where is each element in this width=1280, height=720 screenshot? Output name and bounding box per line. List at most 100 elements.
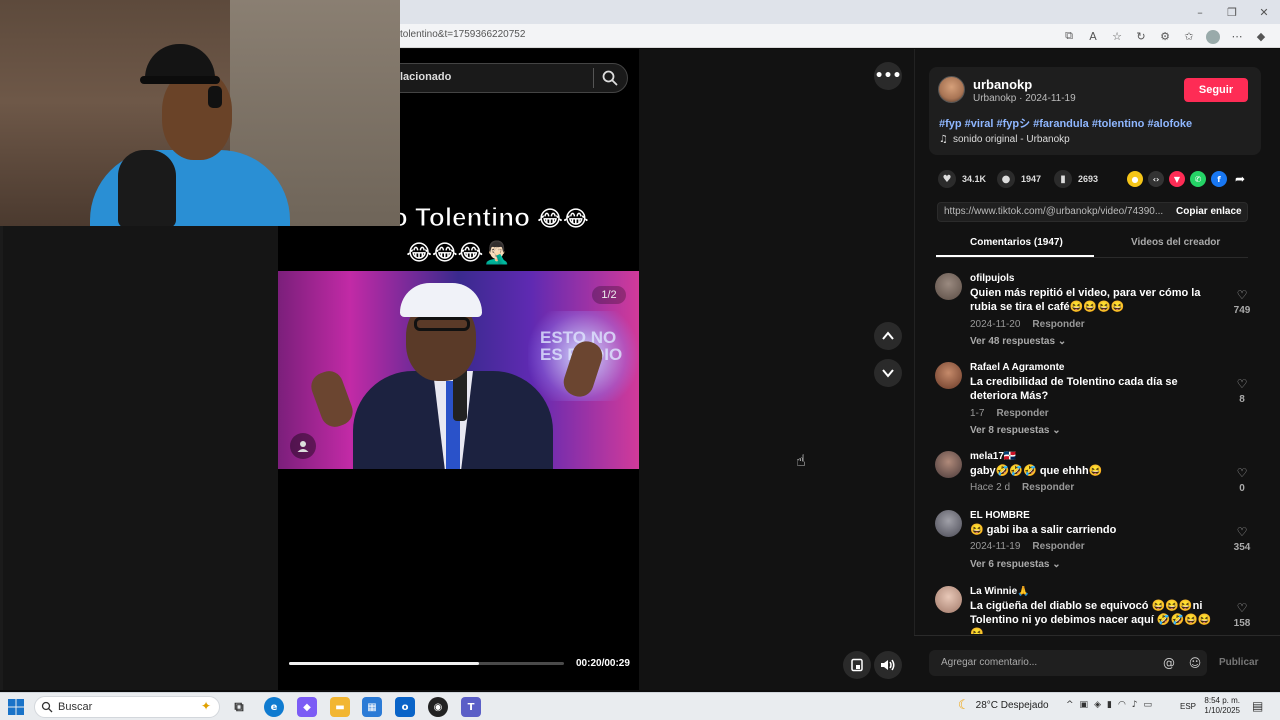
tray-battery-icon[interactable]: ▭ [1144, 700, 1153, 710]
obs-icon[interactable]: ◉ [428, 697, 448, 717]
close-icon[interactable]: ✕ [1248, 0, 1280, 24]
edge-icon[interactable]: e [264, 697, 284, 717]
comment-user[interactable]: mela17🇩🇴 [970, 451, 1016, 462]
reply-button[interactable]: Responder [996, 408, 1048, 419]
bookmark-icon: ▮ [1054, 170, 1072, 188]
comment-like-button[interactable]: ♡ 354 [1227, 525, 1257, 553]
comment-user[interactable]: La Winnie🙏 [970, 586, 1030, 597]
heart-outline-icon: ♡ [1236, 466, 1248, 480]
search-icon[interactable] [601, 69, 619, 87]
tray-speaker-icon[interactable]: ♪ [1132, 700, 1138, 710]
comment-text: 😆 gabi iba a salir carriendo [970, 524, 1117, 536]
publish-button[interactable]: Publicar [1219, 657, 1258, 668]
save-action[interactable]: ▮ 2693 [1054, 170, 1098, 188]
tab-comments[interactable]: Comentarios (1947) [970, 237, 1063, 248]
comment-placeholder[interactable]: Agregar comentario... [941, 657, 1037, 668]
progress-bar[interactable] [289, 662, 564, 665]
windows-start-icon[interactable] [8, 699, 24, 715]
mention-icon[interactable]: @ [1161, 655, 1177, 671]
view-replies-button[interactable]: Ver 8 respuestas ⌄ [970, 425, 1061, 436]
address-bar-icons: ⧉ A ☆ ↻ ⚙ ✩ ⋯ ◆ [1060, 27, 1270, 45]
tab-divider [936, 257, 1248, 258]
system-tray[interactable]: ^ ▣ ◈ ▮ ◠ ♪ ▭ [1066, 700, 1152, 710]
post-hashtags[interactable]: #fyp #viral #fypシ #farandula #tolentino … [939, 115, 1192, 131]
comment-like-button[interactable]: ♡ 749 [1227, 288, 1257, 316]
view-replies-button[interactable]: Ver 48 respuestas ⌄ [970, 336, 1066, 347]
translate-icon[interactable]: A [1084, 27, 1102, 45]
reply-button[interactable]: Responder [1032, 541, 1084, 552]
volume-button[interactable] [874, 651, 902, 679]
outlook-icon[interactable]: o [395, 697, 415, 717]
language-indicator[interactable]: ESP [1180, 702, 1196, 711]
tab-creator-videos[interactable]: Videos del creador [1131, 237, 1220, 248]
comment-action[interactable]: ● 1947 [997, 170, 1041, 188]
author-avatar[interactable] [938, 76, 965, 103]
user-badge-icon[interactable] [290, 433, 316, 459]
store-icon[interactable]: ▦ [362, 697, 382, 717]
comment-user[interactable]: EL HOMBRE [970, 510, 1030, 521]
tray-network-icon[interactable]: ◈ [1094, 700, 1101, 710]
comment-like-button[interactable]: ♡ 158 [1227, 601, 1255, 629]
comment-meta: 1-7 Responder [970, 408, 1049, 419]
comment-item: EL HOMBRE 😆 gabi iba a salir carriendo 2… [935, 510, 1255, 580]
weather-widget[interactable]: ☾ 28°C Despejado [958, 698, 1049, 713]
favorite-star-icon[interactable]: ☆ [1108, 27, 1126, 45]
url-text[interactable]: tolentino&t=1759366220752 [400, 29, 525, 40]
like-action[interactable]: ♥ 34.1K [938, 170, 986, 188]
more-menu-icon[interactable]: ⋯ [1228, 27, 1246, 45]
search-text[interactable]: lacionado [400, 71, 451, 83]
search-highlight-icon: ✦ [200, 699, 211, 713]
reply-button[interactable]: Responder [1032, 319, 1084, 330]
favorites-icon[interactable]: ✩ [1180, 27, 1198, 45]
tray-app-icon[interactable]: ▣ [1080, 700, 1089, 710]
mini-player-button[interactable] [843, 651, 871, 679]
comment-avatar[interactable] [935, 362, 962, 389]
teams-icon[interactable]: T [461, 697, 481, 717]
webcam-overlay [0, 0, 400, 226]
facebook-icon[interactable]: f [1211, 171, 1227, 187]
whatsapp-icon[interactable]: ✆ [1190, 171, 1206, 187]
comment-item: Rafael A Agramonte La credibilidad de To… [935, 362, 1255, 442]
comment-avatar[interactable] [935, 273, 962, 300]
comment-meta: 2024-11-20 Responder [970, 319, 1085, 330]
next-video-button[interactable] [874, 359, 902, 387]
copilot-app-icon[interactable]: ◆ [297, 697, 317, 717]
post-sound[interactable]: ♫ sonido original - Urbanokp [939, 134, 1070, 145]
coin-icon[interactable]: ● [1127, 171, 1143, 187]
comment-like-button[interactable]: ♡ 0 [1227, 466, 1257, 494]
more-options-button[interactable]: ••• [874, 62, 902, 90]
author-name[interactable]: urbanokp [973, 77, 1032, 92]
tray-wifi-icon[interactable]: ◠ [1118, 700, 1126, 710]
task-view-icon[interactable]: ⧉ [229, 697, 249, 717]
refresh-icon[interactable]: ↻ [1132, 27, 1150, 45]
follow-button[interactable]: Seguir [1184, 78, 1248, 102]
open-in-app-icon[interactable]: ⧉ [1060, 27, 1078, 45]
comment-user[interactable]: Rafael A Agramonte [970, 362, 1064, 373]
video-link[interactable]: https://www.tiktok.com/@urbanokp/video/7… [944, 206, 1166, 217]
comment-user[interactable]: ofilpujols [970, 273, 1014, 284]
copy-link-button[interactable]: Copiar enlace [1176, 206, 1242, 217]
comment-text: La cigüeña del diablo se equivocó 😆😆😆ni … [970, 600, 1212, 634]
comment-avatar[interactable] [935, 510, 962, 537]
copilot-icon[interactable]: ◆ [1252, 27, 1270, 45]
tray-chevron-icon[interactable]: ^ [1066, 700, 1074, 710]
clock[interactable]: 8:54 p. m. 1/10/2025 [1198, 696, 1240, 716]
notifications-icon[interactable]: ▤ [1252, 699, 1263, 713]
comment-date: 2024-11-20 [970, 319, 1021, 330]
comment-avatar[interactable] [935, 451, 962, 478]
previous-video-button[interactable] [874, 322, 902, 350]
minimize-icon[interactable]: – [1184, 0, 1216, 24]
comment-like-button[interactable]: ♡ 8 [1227, 377, 1257, 405]
extensions-icon[interactable]: ⚙ [1156, 27, 1174, 45]
file-explorer-icon[interactable]: ▬ [330, 697, 350, 717]
emoji-icon[interactable]: ☺ [1187, 655, 1203, 671]
embed-icon[interactable]: ‹› [1148, 171, 1164, 187]
send-friends-icon[interactable]: ▼ [1169, 171, 1185, 187]
restore-icon[interactable]: ❐ [1216, 0, 1248, 24]
profile-icon[interactable] [1204, 27, 1222, 45]
view-replies-button[interactable]: Ver 6 respuestas ⌄ [970, 559, 1061, 570]
tray-microphone-icon[interactable]: ▮ [1107, 700, 1112, 710]
comment-avatar[interactable] [935, 586, 962, 613]
share-arrow-icon[interactable]: ➦ [1232, 171, 1248, 187]
reply-button[interactable]: Responder [1022, 482, 1074, 493]
